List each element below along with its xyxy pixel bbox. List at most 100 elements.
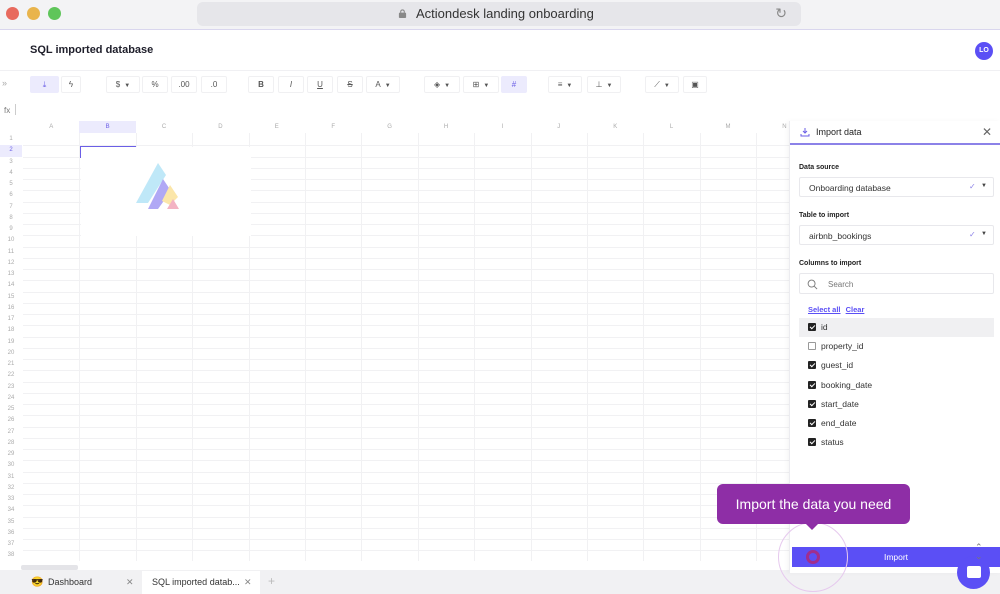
formula-input[interactable] bbox=[15, 104, 16, 115]
decrease-decimals-button[interactable]: .0 bbox=[201, 76, 227, 93]
row-header-18[interactable]: 18 bbox=[0, 325, 22, 336]
row-header-3[interactable]: 3 bbox=[0, 157, 22, 168]
column-header-d[interactable]: D bbox=[192, 121, 248, 133]
row-header-19[interactable]: 19 bbox=[0, 337, 22, 348]
close-window-button[interactable] bbox=[6, 7, 19, 20]
row-header-4[interactable]: 4 bbox=[0, 168, 22, 179]
column-header-i[interactable]: I bbox=[474, 121, 530, 133]
import-button[interactable]: ⤓ bbox=[30, 76, 59, 93]
currency-button[interactable]: $ ▼ bbox=[106, 76, 140, 93]
column-option-start-date[interactable]: start_date bbox=[799, 395, 994, 414]
column-header-n[interactable]: N bbox=[756, 121, 790, 133]
row-header-26[interactable]: 26 bbox=[0, 415, 22, 426]
row-header-28[interactable]: 28 bbox=[0, 438, 22, 449]
search-input[interactable] bbox=[828, 277, 978, 291]
row-header-33[interactable]: 33 bbox=[0, 494, 22, 505]
row-header-22[interactable]: 22 bbox=[0, 370, 22, 381]
row-header-32[interactable]: 32 bbox=[0, 483, 22, 494]
row-header-13[interactable]: 13 bbox=[0, 269, 22, 280]
row-header-14[interactable]: 14 bbox=[0, 280, 22, 291]
checkbox[interactable] bbox=[808, 419, 816, 427]
row-header-10[interactable]: 10 bbox=[0, 235, 22, 246]
borders-button[interactable]: ⊞ ▼ bbox=[463, 76, 499, 93]
underline-button[interactable]: U bbox=[307, 76, 333, 93]
scroll-arrows-icon[interactable]: ⌃ ⌄ bbox=[975, 543, 983, 561]
close-tab-icon[interactable]: ✕ bbox=[244, 571, 252, 594]
data-source-select[interactable]: Onboarding database ✓ ▼ bbox=[799, 177, 994, 197]
merge-button[interactable]: # bbox=[501, 76, 527, 93]
clear-link[interactable]: Clear bbox=[846, 305, 865, 314]
row-header-37[interactable]: 37 bbox=[0, 539, 22, 550]
row-header-9[interactable]: 9 bbox=[0, 224, 22, 235]
row-header-21[interactable]: 21 bbox=[0, 359, 22, 370]
row-header-5[interactable]: 5 bbox=[0, 179, 22, 190]
minimize-window-button[interactable] bbox=[27, 7, 40, 20]
row-header-20[interactable]: 20 bbox=[0, 348, 22, 359]
row-header-27[interactable]: 27 bbox=[0, 427, 22, 438]
strikethrough-button[interactable]: S bbox=[337, 76, 363, 93]
column-header-a[interactable]: A bbox=[23, 121, 79, 133]
column-option-end-date[interactable]: end_date bbox=[799, 414, 994, 433]
row-header-29[interactable]: 29 bbox=[0, 449, 22, 460]
tab-dashboard[interactable]: 😎 Dashboard ✕ bbox=[0, 571, 142, 594]
checkbox[interactable] bbox=[808, 438, 816, 447]
row-header-36[interactable]: 36 bbox=[0, 528, 22, 539]
checkbox[interactable] bbox=[808, 361, 816, 370]
pivot-button[interactable]: ▣ bbox=[683, 76, 707, 93]
column-header-j[interactable]: J bbox=[531, 121, 587, 133]
increase-decimals-button[interactable]: .00 bbox=[171, 76, 197, 93]
row-header-38[interactable]: 38 bbox=[0, 550, 22, 561]
column-header-g[interactable]: G bbox=[361, 121, 417, 133]
column-option-booking-date[interactable]: booking_date bbox=[799, 376, 994, 395]
row-header-17[interactable]: 17 bbox=[0, 314, 22, 325]
reload-icon[interactable]: ↻ bbox=[775, 5, 787, 22]
align-button[interactable]: ≡ ▼ bbox=[548, 76, 582, 93]
column-header-l[interactable]: L bbox=[643, 121, 699, 133]
avatar[interactable]: LO bbox=[975, 42, 993, 60]
select-all-link[interactable]: Select all bbox=[808, 305, 841, 314]
checkbox[interactable] bbox=[808, 323, 816, 331]
column-option-status[interactable]: status bbox=[799, 433, 994, 452]
checkbox[interactable] bbox=[808, 342, 816, 351]
row-header-12[interactable]: 12 bbox=[0, 258, 22, 269]
table-select[interactable]: airbnb_bookings ✓ ▼ bbox=[799, 225, 994, 245]
close-tab-icon[interactable]: ✕ bbox=[126, 571, 134, 594]
bold-button[interactable]: B bbox=[248, 76, 274, 93]
column-header-m[interactable]: M bbox=[700, 121, 756, 133]
percent-button[interactable]: % bbox=[142, 76, 168, 93]
row-header-1[interactable]: 1 bbox=[0, 134, 22, 145]
column-header-k[interactable]: K bbox=[587, 121, 643, 133]
row-header-24[interactable]: 24 bbox=[0, 393, 22, 404]
row-header-30[interactable]: 30 bbox=[0, 460, 22, 471]
chat-widget-button[interactable] bbox=[957, 556, 990, 589]
row-header-16[interactable]: 16 bbox=[0, 303, 22, 314]
column-header-b[interactable]: B bbox=[79, 121, 136, 133]
column-header-f[interactable]: F bbox=[305, 121, 361, 133]
column-header-c[interactable]: C bbox=[136, 121, 192, 133]
column-option-property-id[interactable]: property_id bbox=[799, 337, 994, 356]
row-header-31[interactable]: 31 bbox=[0, 472, 22, 483]
actions-button[interactable]: ϟ bbox=[61, 76, 81, 93]
vertical-align-button[interactable]: ⊥ ▼ bbox=[587, 76, 621, 93]
row-header-8[interactable]: 8 bbox=[0, 213, 22, 224]
chart-button[interactable]: ⟋ ▼ bbox=[645, 76, 679, 93]
row-header-25[interactable]: 25 bbox=[0, 404, 22, 415]
fill-color-button[interactable]: ◈ ▼ bbox=[424, 76, 460, 93]
row-header-6[interactable]: 6 bbox=[0, 190, 22, 201]
close-icon[interactable]: ✕ bbox=[982, 125, 992, 139]
row-header-2[interactable]: 2 bbox=[0, 145, 22, 157]
address-bar[interactable]: Actiondesk landing onboarding ↻ bbox=[197, 2, 801, 26]
onboarding-hotspot[interactable] bbox=[806, 550, 820, 564]
row-header-34[interactable]: 34 bbox=[0, 505, 22, 516]
tab-sql-imported-database[interactable]: SQL imported datab... ✕ bbox=[142, 571, 260, 594]
column-header-h[interactable]: H bbox=[418, 121, 474, 133]
column-option-id[interactable]: id bbox=[799, 318, 994, 337]
text-color-button[interactable]: A ▼ bbox=[366, 76, 400, 93]
row-header-7[interactable]: 7 bbox=[0, 202, 22, 213]
maximize-window-button[interactable] bbox=[48, 7, 61, 20]
spreadsheet-grid[interactable]: A B C D E F G H I J K L M N 1 2 3 4 5 6 7 8 9 10 11 12 13 14 15 16 17 1… bbox=[0, 121, 790, 561]
column-search[interactable] bbox=[799, 273, 994, 294]
row-header-11[interactable]: 11 bbox=[0, 247, 22, 258]
add-sheet-button[interactable]: + bbox=[268, 574, 275, 588]
italic-button[interactable]: I bbox=[278, 76, 304, 93]
